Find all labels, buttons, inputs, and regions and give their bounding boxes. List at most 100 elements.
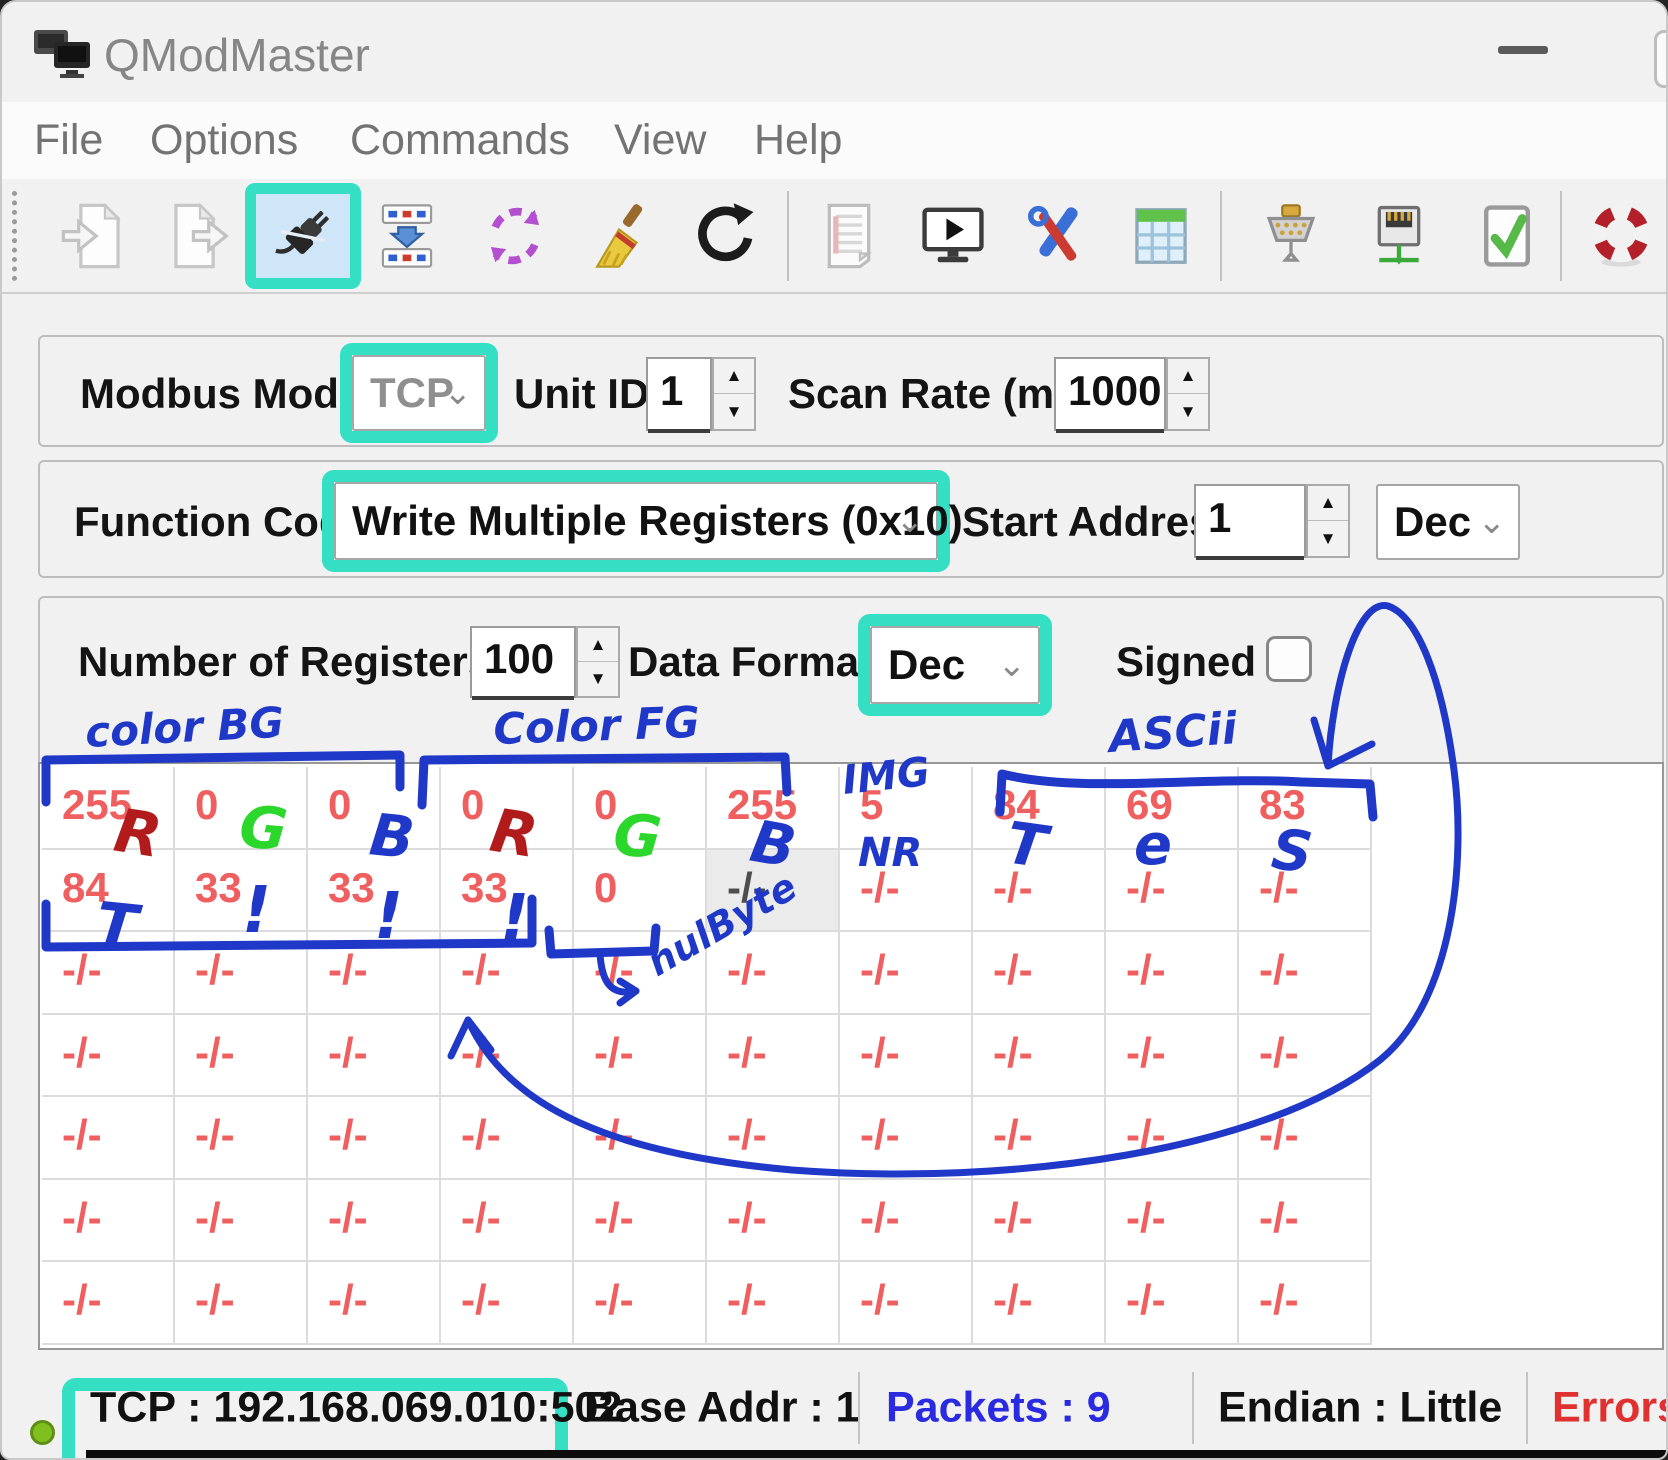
modbus-mode-select[interactable]: TCP ⌄ bbox=[352, 355, 486, 431]
register-cell[interactable]: -/- bbox=[840, 932, 973, 1015]
register-cell[interactable]: -/- bbox=[574, 1262, 707, 1345]
scan-rate-spinbox[interactable]: 1000 ▲▼ bbox=[1054, 357, 1166, 431]
register-cell[interactable]: -/- bbox=[1106, 1015, 1239, 1098]
register-cell[interactable]: -/- bbox=[707, 1180, 840, 1263]
clear-broom-icon[interactable] bbox=[584, 201, 654, 271]
register-cell[interactable]: -/- bbox=[973, 1262, 1106, 1345]
register-cell[interactable]: 0 bbox=[175, 767, 308, 850]
register-cell[interactable]: -/- bbox=[175, 1097, 308, 1180]
help-icon[interactable] bbox=[1586, 201, 1656, 271]
register-cell[interactable]: 0 bbox=[441, 767, 574, 850]
unit-id-spinbox[interactable]: 1 ▲▼ bbox=[646, 357, 712, 431]
register-cell[interactable]: 33 bbox=[175, 850, 308, 933]
connect-icon[interactable] bbox=[268, 201, 338, 271]
register-cell[interactable]: -/- bbox=[1239, 1180, 1372, 1263]
scan-icon[interactable] bbox=[372, 201, 442, 271]
register-cell[interactable]: -/- bbox=[42, 1097, 175, 1180]
register-cell[interactable]: -/- bbox=[707, 1262, 840, 1345]
function-code-select[interactable]: Write Multiple Registers (0x10) ⌄ bbox=[334, 482, 938, 560]
maximize-button[interactable] bbox=[1654, 30, 1668, 88]
register-cell[interactable]: 0 bbox=[574, 767, 707, 850]
modbus-log-icon[interactable] bbox=[814, 201, 884, 271]
register-cell[interactable]: -/- bbox=[840, 1015, 973, 1098]
register-cell[interactable]: -/- bbox=[707, 932, 840, 1015]
register-cell[interactable]: -/- bbox=[1239, 850, 1372, 933]
register-cell[interactable]: -/- bbox=[574, 1015, 707, 1098]
register-cell[interactable]: -/- bbox=[441, 1015, 574, 1098]
scan-rate-spin-buttons[interactable]: ▲▼ bbox=[1166, 357, 1210, 431]
signed-checkbox[interactable] bbox=[1266, 636, 1312, 682]
register-cell[interactable]: -/- bbox=[441, 1180, 574, 1263]
register-cell[interactable]: -/- bbox=[308, 932, 441, 1015]
menu-help[interactable]: Help bbox=[754, 116, 842, 165]
settings-tools-icon[interactable] bbox=[1022, 201, 1092, 271]
register-cell[interactable]: -/- bbox=[175, 1262, 308, 1345]
register-cell[interactable]: 255 bbox=[42, 767, 175, 850]
register-cell[interactable]: -/- bbox=[1106, 1180, 1239, 1263]
menu-file[interactable]: File bbox=[34, 116, 103, 165]
register-cell[interactable]: -/- bbox=[973, 1097, 1106, 1180]
register-cell[interactable]: -/- bbox=[973, 850, 1106, 933]
register-cell[interactable]: -/- bbox=[574, 1097, 707, 1180]
register-cell[interactable]: -/- bbox=[42, 1015, 175, 1098]
register-cell[interactable]: -/- bbox=[175, 1015, 308, 1098]
register-cell[interactable]: -/- bbox=[175, 1180, 308, 1263]
register-cell[interactable]: -/- bbox=[42, 1180, 175, 1263]
register-cell[interactable]: -/- bbox=[308, 1262, 441, 1345]
register-cell[interactable]: -/- bbox=[308, 1180, 441, 1263]
register-cell[interactable]: -/- bbox=[1239, 932, 1372, 1015]
register-cell[interactable]: -/- bbox=[441, 1262, 574, 1345]
register-cell[interactable]: -/- bbox=[707, 1097, 840, 1180]
register-cell[interactable]: 0 bbox=[308, 767, 441, 850]
register-cell[interactable]: -/- bbox=[574, 932, 707, 1015]
register-cell[interactable]: -/- bbox=[42, 932, 175, 1015]
registers-table-icon[interactable] bbox=[1126, 201, 1196, 271]
menu-commands[interactable]: Commands bbox=[350, 116, 570, 165]
number-of-registers-spinbox[interactable]: 100 ▲▼ bbox=[470, 626, 576, 698]
start-address-spin-buttons[interactable]: ▲▼ bbox=[1306, 484, 1350, 558]
unit-check-icon[interactable] bbox=[1472, 201, 1542, 271]
register-cell[interactable]: -/- bbox=[1106, 1262, 1239, 1345]
register-cell[interactable]: -/- bbox=[973, 1180, 1106, 1263]
data-format-select[interactable]: Dec ⌄ bbox=[870, 626, 1040, 704]
register-cell[interactable]: 33 bbox=[441, 850, 574, 933]
register-cell[interactable]: -/- bbox=[574, 1180, 707, 1263]
register-cell[interactable]: -/- bbox=[1106, 932, 1239, 1015]
reload-icon[interactable] bbox=[690, 201, 760, 271]
toolbar-drag-handle[interactable] bbox=[12, 191, 17, 281]
register-cell[interactable]: 0 bbox=[574, 850, 707, 933]
menu-options[interactable]: Options bbox=[150, 116, 298, 165]
start-monitor-icon[interactable] bbox=[918, 201, 988, 271]
register-cell[interactable]: -/- bbox=[1239, 1097, 1372, 1180]
register-cell[interactable]: 69 bbox=[1106, 767, 1239, 850]
save-session-icon[interactable] bbox=[165, 201, 235, 271]
menu-view[interactable]: View bbox=[614, 116, 706, 165]
register-cell[interactable]: -/- bbox=[441, 1097, 574, 1180]
register-cell[interactable]: 255 bbox=[707, 767, 840, 850]
reset-counters-icon[interactable] bbox=[480, 201, 550, 271]
register-cell[interactable]: 84 bbox=[42, 850, 175, 933]
register-cell[interactable]: -/- bbox=[840, 850, 973, 933]
serial-settings-icon[interactable] bbox=[1256, 201, 1326, 271]
start-address-format-select[interactable]: Dec ⌄ bbox=[1376, 484, 1520, 560]
register-cell[interactable]: -/- bbox=[707, 850, 840, 933]
unit-id-spin-buttons[interactable]: ▲▼ bbox=[712, 357, 756, 431]
register-cell[interactable]: -/- bbox=[973, 932, 1106, 1015]
register-cell[interactable]: 33 bbox=[308, 850, 441, 933]
number-of-registers-spin-buttons[interactable]: ▲▼ bbox=[576, 626, 620, 698]
minimize-button[interactable] bbox=[1498, 46, 1548, 54]
register-cell[interactable]: -/- bbox=[840, 1262, 973, 1345]
register-cell[interactable]: -/- bbox=[1239, 1262, 1372, 1345]
register-cell[interactable]: -/- bbox=[1106, 850, 1239, 933]
start-address-spinbox[interactable]: 1 ▲▼ bbox=[1194, 484, 1306, 558]
register-cell[interactable]: -/- bbox=[175, 932, 308, 1015]
register-cell[interactable]: -/- bbox=[840, 1180, 973, 1263]
register-cell[interactable]: -/- bbox=[42, 1262, 175, 1345]
register-cell[interactable]: -/- bbox=[441, 932, 574, 1015]
register-cell[interactable]: -/- bbox=[1106, 1097, 1239, 1180]
title-bar[interactable]: QModMaster bbox=[2, 2, 1666, 102]
register-cell[interactable]: -/- bbox=[973, 1015, 1106, 1098]
load-session-icon[interactable] bbox=[59, 201, 129, 271]
register-cell[interactable]: 84 bbox=[973, 767, 1106, 850]
register-cell[interactable]: -/- bbox=[308, 1097, 441, 1180]
